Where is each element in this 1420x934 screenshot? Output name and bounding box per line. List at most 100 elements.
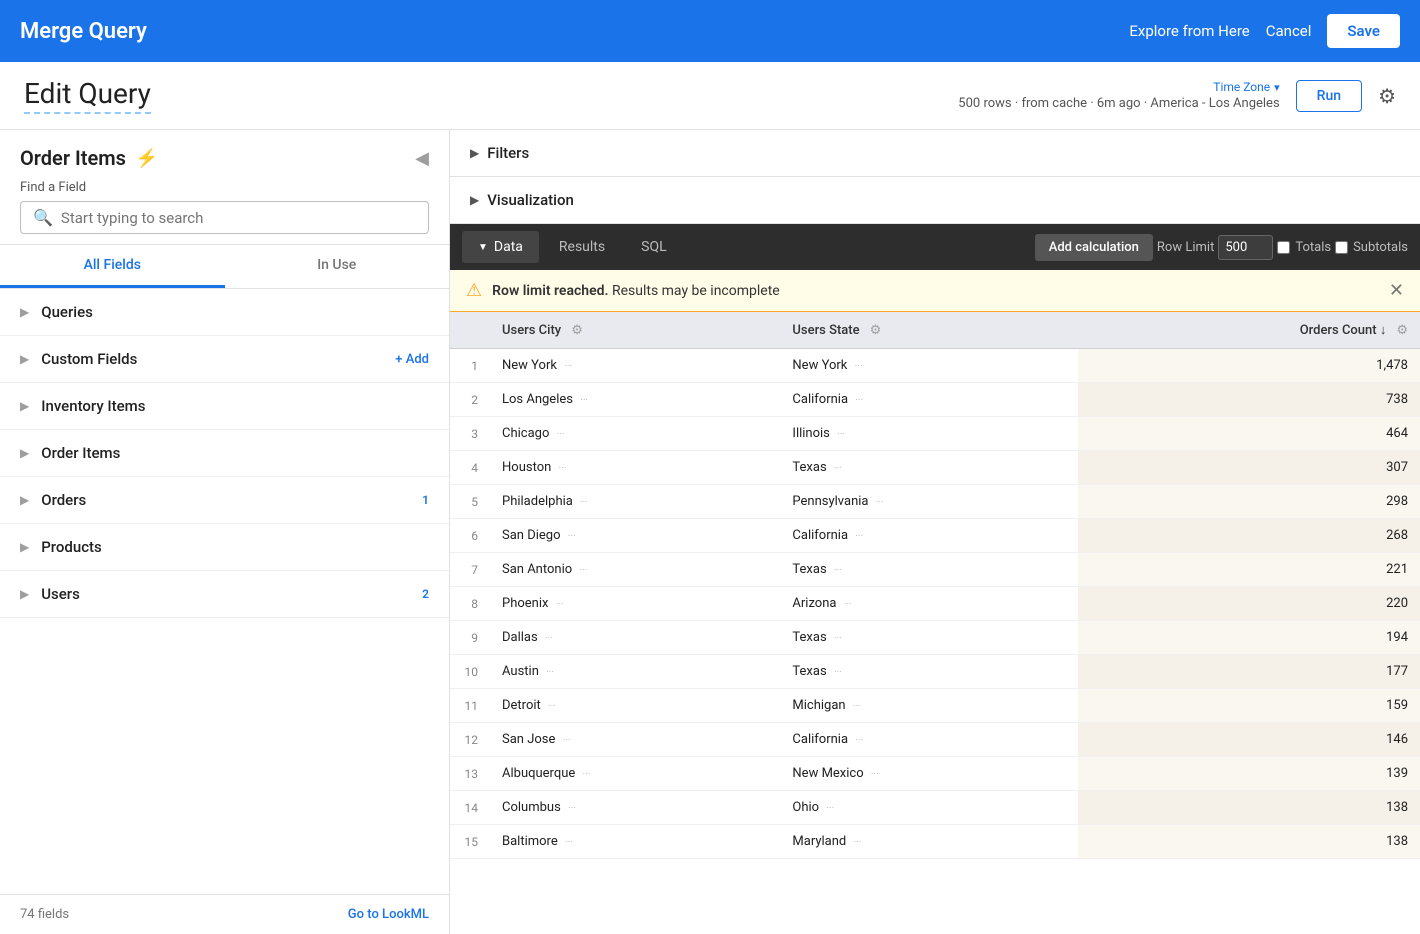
sidebar-collapse-icon[interactable]: ◀ xyxy=(415,148,429,169)
cell-state: Texas ··· xyxy=(780,451,1078,485)
custom-fields-add-button[interactable]: + Add xyxy=(395,352,429,367)
tab-data[interactable]: ▼ Data xyxy=(462,231,539,263)
search-box: 🔍 xyxy=(20,201,429,234)
field-group-products-left: ▶ Products xyxy=(20,538,102,556)
products-arrow-icon: ▶ xyxy=(20,540,29,554)
filters-section[interactable]: ▶ Filters xyxy=(450,130,1420,177)
cell-city: Phoenix ··· xyxy=(490,587,780,621)
tab-results[interactable]: Results xyxy=(543,231,621,263)
warning-bar: ⚠ Row limit reached. Results may be inco… xyxy=(450,270,1420,312)
state-dots-icon: ··· xyxy=(853,837,861,848)
table-row: 4 Houston ··· Texas ··· 307 xyxy=(450,451,1420,485)
row-limit-input[interactable] xyxy=(1218,235,1273,260)
subtotals-checkbox[interactable] xyxy=(1335,241,1348,254)
cell-state: California ··· xyxy=(780,383,1078,417)
city-dots-icon: ··· xyxy=(564,361,572,372)
custom-fields-arrow-icon: ▶ xyxy=(20,352,29,366)
cell-city: San Antonio ··· xyxy=(490,553,780,587)
city-dots-icon: ··· xyxy=(559,463,567,474)
table-row: 6 San Diego ··· California ··· 268 xyxy=(450,519,1420,553)
state-dots-icon: ··· xyxy=(826,803,834,814)
warning-left: ⚠ Row limit reached. Results may be inco… xyxy=(466,280,780,301)
cell-count: 220 xyxy=(1078,587,1420,621)
table-row: 11 Detroit ··· Michigan ··· 159 xyxy=(450,689,1420,723)
table-row: 7 San Antonio ··· Texas ··· 221 xyxy=(450,553,1420,587)
cell-count: 307 xyxy=(1078,451,1420,485)
cell-city: Columbus ··· xyxy=(490,791,780,825)
cell-count: 194 xyxy=(1078,621,1420,655)
warning-close-icon[interactable]: ✕ xyxy=(1389,280,1404,301)
cell-city: Austin ··· xyxy=(490,655,780,689)
field-group-users[interactable]: ▶ Users 2 xyxy=(0,571,449,618)
orders-count-gear-icon[interactable]: ⚙ xyxy=(1396,323,1408,338)
table-row: 1 New York ··· New York ··· 1,478 xyxy=(450,349,1420,383)
cell-state: Texas ··· xyxy=(780,655,1078,689)
visualization-section[interactable]: ▶ Visualization xyxy=(450,177,1420,224)
state-dots-icon: ··· xyxy=(834,463,842,474)
lightning-icon[interactable]: ⚡ xyxy=(136,148,158,169)
field-groups: ▶ Queries ▶ Custom Fields + Add ▶ Invent… xyxy=(0,289,449,894)
state-dots-icon: ··· xyxy=(855,531,863,542)
tab-all-fields[interactable]: All Fields xyxy=(0,245,225,288)
sub-header: Edit Query Time Zone ▾ 500 rows · from c… xyxy=(0,62,1420,130)
state-dots-icon: ··· xyxy=(837,429,845,440)
data-toolbar: ▼ Data Results SQL Add calculation Row L… xyxy=(450,224,1420,270)
row-number: 15 xyxy=(450,825,490,859)
users-city-gear-icon[interactable]: ⚙ xyxy=(571,323,583,338)
field-group-products[interactable]: ▶ Products xyxy=(0,524,449,571)
data-panel: ▼ Data Results SQL Add calculation Row L… xyxy=(450,224,1420,934)
city-dots-icon: ··· xyxy=(565,837,573,848)
city-dots-icon: ··· xyxy=(579,565,587,576)
warning-text: Row limit reached. Results may be incomp… xyxy=(492,283,780,299)
col-num xyxy=(450,312,490,349)
filters-label: Filters xyxy=(487,144,529,162)
subtotals-checkbox-label: Subtotals xyxy=(1335,240,1408,255)
field-group-queries[interactable]: ▶ Queries xyxy=(0,289,449,336)
users-state-gear-icon[interactable]: ⚙ xyxy=(870,323,882,338)
sidebar: Order Items ⚡ ◀ Find a Field 🔍 All Field… xyxy=(0,130,450,934)
state-dots-icon: ··· xyxy=(834,565,842,576)
field-group-inventory-items[interactable]: ▶ Inventory Items xyxy=(0,383,449,430)
cell-city: Chicago ··· xyxy=(490,417,780,451)
city-dots-icon: ··· xyxy=(580,395,588,406)
cell-state: California ··· xyxy=(780,723,1078,757)
settings-gear-icon[interactable]: ⚙ xyxy=(1378,84,1396,108)
totals-checkbox[interactable] xyxy=(1277,241,1290,254)
orders-arrow-icon: ▶ xyxy=(20,493,29,507)
cell-state: New Mexico ··· xyxy=(780,757,1078,791)
cell-state: Illinois ··· xyxy=(780,417,1078,451)
field-group-order-items[interactable]: ▶ Order Items xyxy=(0,430,449,477)
timezone-button[interactable]: Time Zone xyxy=(1213,80,1270,94)
cell-count: 464 xyxy=(1078,417,1420,451)
cell-city: Albuquerque ··· xyxy=(490,757,780,791)
totals-checkbox-label: Totals xyxy=(1277,240,1331,255)
table-row: 9 Dallas ··· Texas ··· 194 xyxy=(450,621,1420,655)
row-number: 11 xyxy=(450,689,490,723)
field-tabs: All Fields In Use xyxy=(0,245,449,289)
city-dots-icon: ··· xyxy=(548,701,556,712)
go-to-lookml-link[interactable]: Go to LookML xyxy=(348,907,429,922)
save-button[interactable]: Save xyxy=(1327,14,1400,48)
cancel-link[interactable]: Cancel xyxy=(1266,22,1312,40)
search-input[interactable] xyxy=(61,209,416,227)
state-dots-icon: ··· xyxy=(853,701,861,712)
find-field-label: Find a Field xyxy=(20,180,429,195)
tab-sql[interactable]: SQL xyxy=(625,231,682,263)
visualization-label: Visualization xyxy=(487,191,574,209)
cell-count: 268 xyxy=(1078,519,1420,553)
search-icon: 🔍 xyxy=(33,208,53,227)
results-table: Users City ⚙ Users State ⚙ xyxy=(450,312,1420,859)
cell-count: 138 xyxy=(1078,825,1420,859)
add-calculation-button[interactable]: Add calculation xyxy=(1035,234,1153,261)
row-number: 14 xyxy=(450,791,490,825)
city-dots-icon: ··· xyxy=(557,429,565,440)
tab-in-use[interactable]: In Use xyxy=(225,245,450,288)
app-title: Merge Query xyxy=(20,19,147,44)
explore-from-here-link[interactable]: Explore from Here xyxy=(1129,22,1249,40)
cell-city: New York ··· xyxy=(490,349,780,383)
run-button[interactable]: Run xyxy=(1296,80,1362,112)
field-group-custom-fields[interactable]: ▶ Custom Fields + Add xyxy=(0,336,449,383)
row-number: 7 xyxy=(450,553,490,587)
col-orders-count: Orders Count ↓ ⚙ xyxy=(1078,312,1420,349)
field-group-orders[interactable]: ▶ Orders 1 xyxy=(0,477,449,524)
